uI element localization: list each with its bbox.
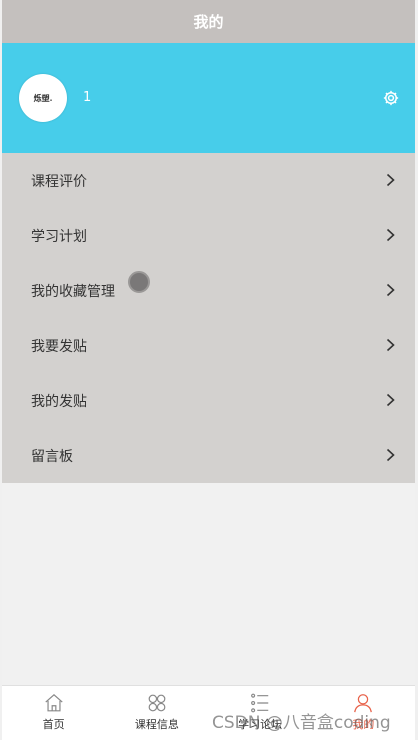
menu-item-label: 我的收藏管理 [31,283,115,300]
menu-item-course-review[interactable]: 课程评价 [2,153,415,208]
menu-item-label: 留言板 [31,448,73,465]
page-title: 我的 [193,13,224,31]
username: 1 [83,90,92,105]
menu-item-label: 我的发贴 [31,393,87,410]
home-icon [44,693,63,712]
tab-label: 首页 [42,718,65,731]
tab-course-info[interactable]: 课程信息 [105,686,208,740]
menu-item-my-posts[interactable]: 我的发贴 [2,373,415,428]
menu-list: 课程评价 学习计划 我的收藏管理 我要发贴 我的发贴 留言板 [2,153,415,483]
touch-cursor-indicator [128,271,150,293]
menu-item-label: 学习计划 [31,228,87,245]
title-bar: 我的 [2,0,415,43]
gear-icon[interactable] [382,89,400,107]
chevron-right-icon [386,338,395,352]
menu-item-favorites[interactable]: 我的收藏管理 [2,263,415,318]
profile-header: 烁塑. 1 [2,43,415,153]
chevron-right-icon [386,448,395,462]
chevron-right-icon [386,228,395,242]
menu-item-study-plan[interactable]: 学习计划 [2,208,415,263]
menu-item-message-board[interactable]: 留言板 [2,428,415,483]
menu-item-label: 我要发贴 [31,338,87,355]
avatar[interactable]: 烁塑. [19,74,67,122]
menu-item-label: 课程评价 [31,173,87,190]
chevron-right-icon [386,173,395,187]
app-frame: 我的 烁塑. 1 课程评价 学习计划 我的收藏管理 我要发贴 我的发贴 留言板 … [2,0,415,740]
watermark: CSDN @八音盒coding [212,713,391,733]
grid-icon [148,694,166,712]
chevron-right-icon [386,393,395,407]
tab-label: 课程信息 [134,718,179,731]
avatar-text: 烁塑. [33,92,53,103]
chevron-right-icon [386,283,395,297]
tab-home[interactable]: 首页 [2,686,105,740]
menu-item-new-post[interactable]: 我要发贴 [2,318,415,373]
